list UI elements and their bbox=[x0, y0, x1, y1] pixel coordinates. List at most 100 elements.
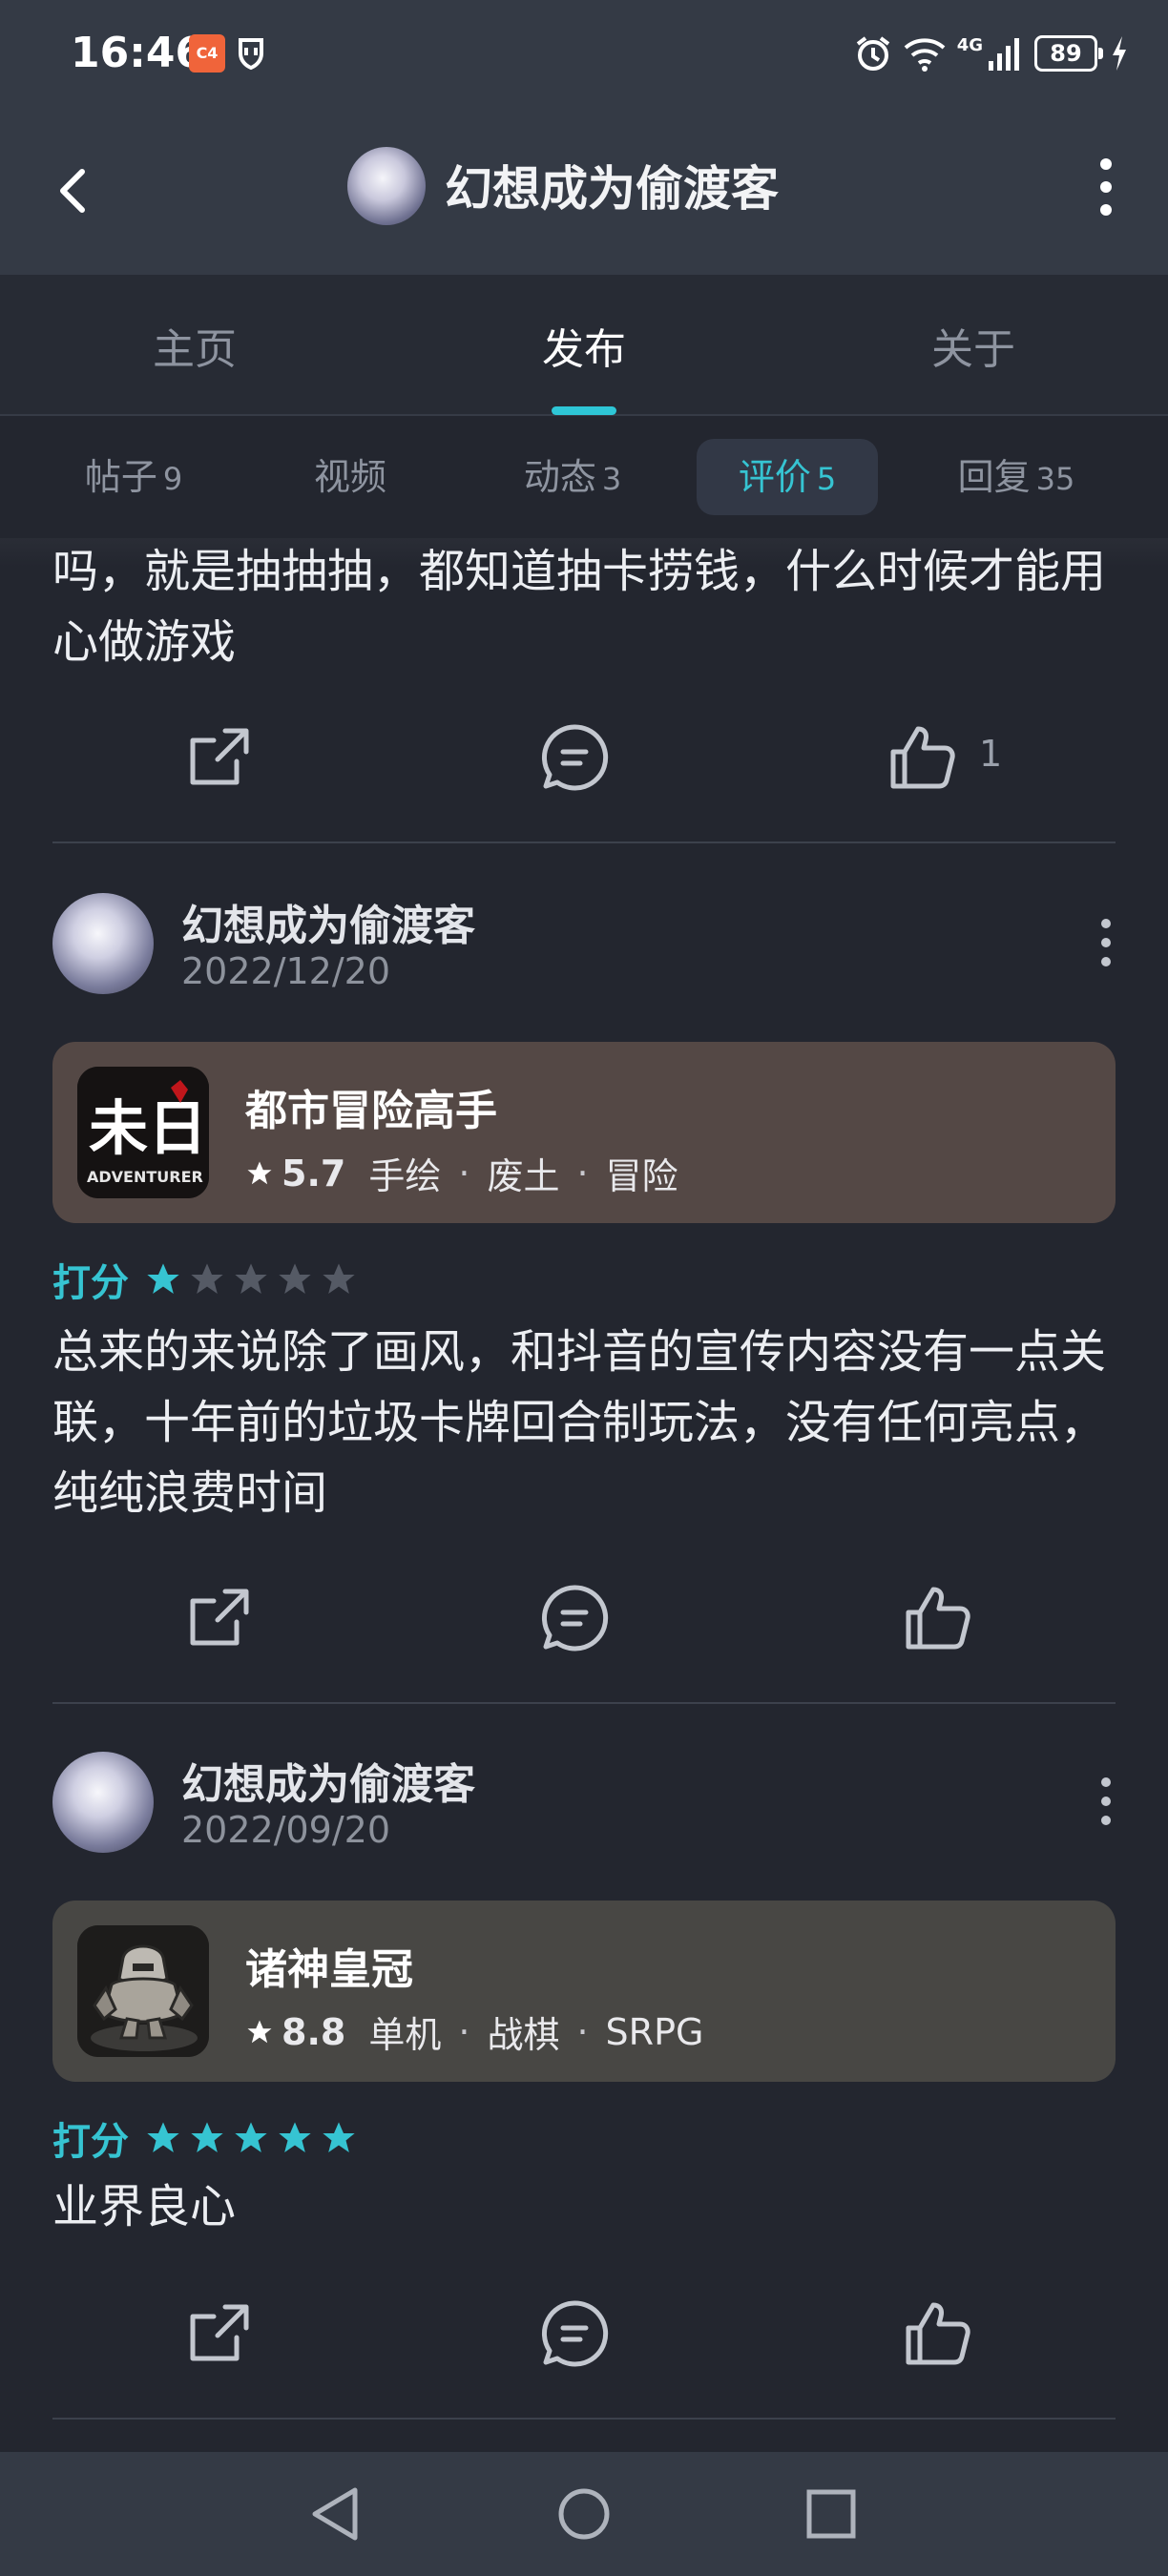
sub-tab-bar: 帖子 9 视频 动态 3 评价 5 回复 35 bbox=[0, 416, 1168, 538]
shield-icon bbox=[239, 38, 263, 71]
back-arrow-icon[interactable] bbox=[50, 153, 107, 229]
subtab-posts[interactable]: 帖子 9 bbox=[67, 439, 200, 515]
review-text: 吗，就是抽抽抽，都知道抽卡捞钱，什么时候才能用心做游戏 bbox=[52, 545, 1107, 669]
nav-recents-icon[interactable] bbox=[796, 2479, 866, 2549]
game-tag: 冒险 bbox=[605, 1155, 678, 1197]
star-empty-icon bbox=[235, 1263, 267, 1294]
game-score: 8.8 bbox=[282, 2010, 346, 2053]
notification-app-icon: C4 bbox=[189, 34, 225, 73]
star-filled-icon bbox=[323, 2122, 355, 2152]
alarm-icon bbox=[856, 36, 889, 71]
svg-text:ADVENTURER: ADVENTURER bbox=[87, 1168, 203, 1186]
network-type: 4G bbox=[956, 34, 983, 55]
star-icon bbox=[247, 1161, 272, 1184]
star-filled-icon bbox=[235, 2122, 267, 2152]
rating-row: 打分 bbox=[52, 2110, 364, 2166]
subtab-label: 动态 bbox=[523, 456, 596, 498]
like-icon[interactable] bbox=[899, 1580, 975, 1656]
nav-back-icon[interactable] bbox=[302, 2479, 372, 2549]
rating-row: 打分 bbox=[52, 1252, 364, 1307]
share-icon[interactable] bbox=[181, 1580, 258, 1656]
divider bbox=[52, 2418, 1116, 2420]
like-count: 1 bbox=[979, 733, 1003, 775]
game-tag: SRPG bbox=[605, 2010, 704, 2053]
subtab-count: 3 bbox=[601, 461, 622, 497]
tag-separator: · bbox=[458, 1152, 470, 1195]
game-tag: 废土 bbox=[487, 1155, 560, 1197]
status-bar: 16:46 C4 4G 89 bbox=[0, 0, 1168, 114]
review-date: 2022/12/20 bbox=[181, 950, 391, 992]
game-name: 都市冒险高手 bbox=[245, 1087, 497, 1135]
wifi-icon bbox=[904, 38, 946, 72]
subtab-label: 评价 bbox=[738, 456, 811, 498]
charging-icon bbox=[1113, 36, 1126, 71]
tab-about[interactable]: 关于 bbox=[878, 315, 1069, 376]
game-icon: 未日 ADVENTURER bbox=[77, 1067, 209, 1198]
game-score: 5.7 bbox=[282, 1152, 346, 1195]
star-icon bbox=[247, 2020, 272, 2043]
status-time: 16:46 bbox=[71, 29, 205, 77]
subtab-label: 视频 bbox=[313, 456, 386, 498]
subtab-count: 9 bbox=[162, 461, 183, 497]
rating-label: 打分 bbox=[52, 1261, 129, 1305]
star-filled-icon bbox=[279, 2122, 311, 2152]
review-feed[interactable]: 吗，就是抽抽抽，都知道抽卡捞钱，什么时候才能用心做游戏 1 幻想成为偷渡客 20… bbox=[0, 538, 1168, 2452]
tag-separator: · bbox=[576, 2010, 589, 2053]
more-options-icon[interactable] bbox=[1094, 1773, 1118, 1830]
game-card[interactable]: 诸神皇冠 8.8 单机 · 战棋 · SRPG bbox=[52, 1901, 1116, 2082]
system-nav-bar bbox=[0, 2452, 1168, 2576]
review-text: 业界良心 bbox=[52, 2180, 237, 2233]
battery-indicator: 89 bbox=[1034, 35, 1103, 72]
like-icon[interactable] bbox=[899, 2296, 975, 2372]
subtab-videos[interactable]: 视频 bbox=[286, 439, 420, 515]
more-options-icon[interactable] bbox=[1094, 914, 1118, 971]
tag-separator: · bbox=[576, 1152, 589, 1195]
avatar[interactable] bbox=[52, 1752, 154, 1853]
username[interactable]: 幻想成为偷渡客 bbox=[181, 891, 475, 952]
svg-text:未日: 未日 bbox=[89, 1093, 207, 1163]
subtab-label: 回复 bbox=[957, 456, 1031, 498]
subtab-label: 帖子 bbox=[84, 456, 157, 498]
page-title: 幻想成为偷渡客 bbox=[445, 161, 779, 217]
subtab-activity[interactable]: 动态 3 bbox=[496, 439, 649, 515]
star-filled-icon bbox=[191, 2122, 223, 2152]
review-text: 总来的来说除了画风，和抖音的宣传内容没有一点关联，十年前的垃圾卡牌回合制玩法，没… bbox=[52, 1325, 1107, 1520]
share-icon[interactable] bbox=[181, 2296, 258, 2372]
star-empty-icon bbox=[323, 1263, 355, 1294]
active-tab-indicator bbox=[552, 406, 616, 415]
subtab-count: 5 bbox=[816, 461, 837, 497]
star-filled-icon bbox=[147, 2122, 179, 2152]
signal-icon bbox=[989, 38, 1019, 71]
subtab-count: 35 bbox=[1035, 461, 1075, 497]
game-meta: 8.8 单机 · 战棋 · SRPG bbox=[245, 2005, 703, 2058]
star-empty-icon bbox=[279, 1263, 311, 1294]
divider bbox=[52, 1702, 1116, 1704]
more-options-icon[interactable] bbox=[1082, 151, 1130, 223]
star-filled-icon bbox=[147, 1263, 179, 1294]
comment-icon[interactable] bbox=[536, 1580, 613, 1656]
rating-label: 打分 bbox=[52, 2120, 129, 2164]
tab-posts[interactable]: 发布 bbox=[489, 315, 679, 376]
review-date: 2022/09/20 bbox=[181, 1809, 391, 1851]
tab-home[interactable]: 主页 bbox=[99, 315, 290, 376]
game-meta: 5.7 手绘 · 废土 · 冒险 bbox=[245, 1147, 678, 1199]
game-tag: 战棋 bbox=[487, 2014, 560, 2056]
game-icon bbox=[77, 1925, 209, 2057]
subtab-replies[interactable]: 回复 35 bbox=[930, 439, 1102, 515]
nav-home-icon[interactable] bbox=[549, 2479, 619, 2549]
avatar[interactable] bbox=[52, 893, 154, 994]
comment-icon[interactable] bbox=[536, 2296, 613, 2372]
star-empty-icon bbox=[191, 1263, 223, 1294]
main-tab-bar: 主页 发布 关于 bbox=[0, 275, 1168, 416]
subtab-reviews[interactable]: 评价 5 bbox=[697, 439, 878, 515]
like-icon[interactable] bbox=[884, 719, 960, 796]
share-icon[interactable] bbox=[181, 719, 258, 796]
game-card[interactable]: 未日 ADVENTURER 都市冒险高手 5.7 手绘 · 废土 · 冒险 bbox=[52, 1042, 1116, 1223]
username[interactable]: 幻想成为偷渡客 bbox=[181, 1750, 475, 1811]
header-avatar[interactable] bbox=[347, 147, 426, 225]
tag-separator: · bbox=[458, 2010, 470, 2053]
comment-icon[interactable] bbox=[536, 719, 613, 796]
divider bbox=[52, 841, 1116, 843]
profile-header: 幻想成为偷渡客 bbox=[0, 114, 1168, 275]
game-tag: 手绘 bbox=[368, 1155, 442, 1197]
